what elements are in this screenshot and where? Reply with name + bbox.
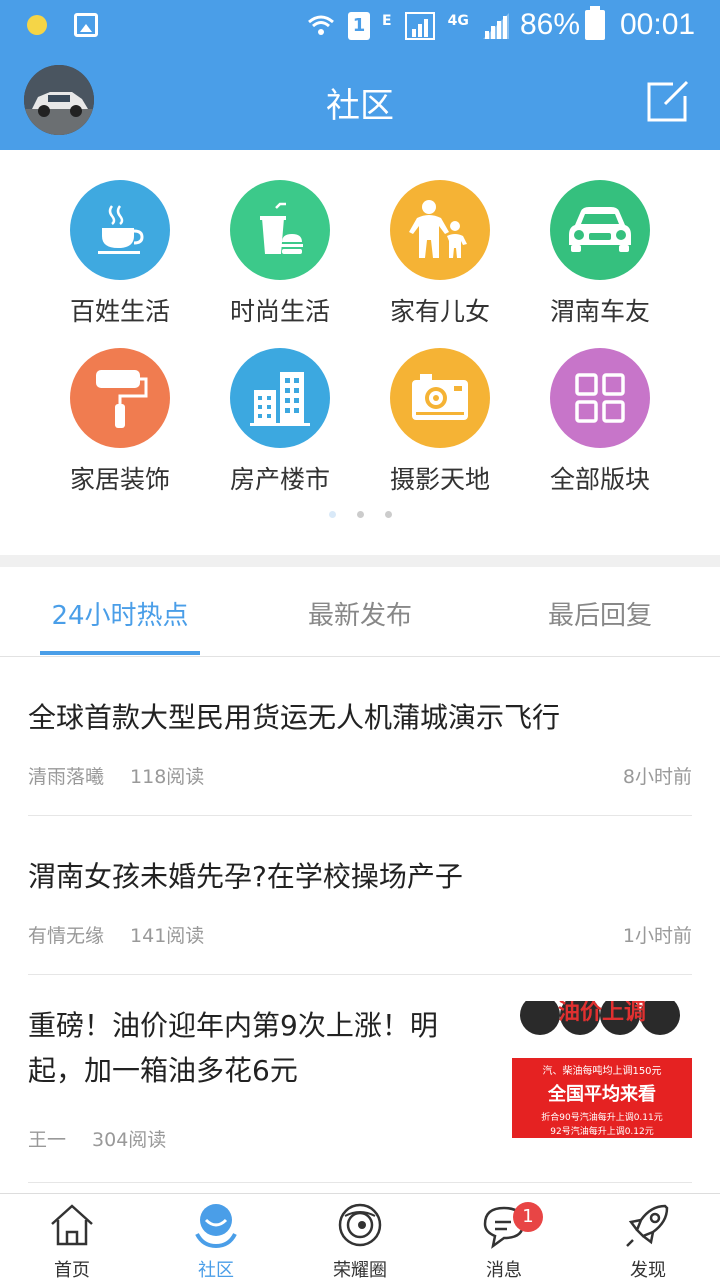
nav-honor-circle[interactable]: 荣耀圈 — [288, 1200, 432, 1280]
planet-icon — [335, 1200, 385, 1250]
page-dot — [384, 511, 392, 518]
post-title: 全球首款大型民用货运无人机蒲城演示飞行 — [28, 701, 561, 734]
thumbnail-line-2: 全国平均来看 — [548, 1084, 656, 1105]
signal-1-icon — [404, 12, 435, 40]
car-icon — [550, 180, 650, 280]
tab-last-reply[interactable]: 最后回复 — [480, 595, 720, 632]
sim-icon: 1 — [348, 12, 370, 40]
category-label: 时尚生活 — [229, 297, 330, 326]
post-time: 1小时前 — [622, 925, 692, 947]
nav-discover[interactable]: 发现 — [576, 1200, 720, 1280]
network-4g-label: 4G — [447, 13, 469, 29]
battery-percent: 86% — [520, 8, 581, 41]
category-label: 百姓生活 — [69, 297, 170, 326]
nav-label: 发现 — [630, 1260, 666, 1280]
post-reads: 118阅读 — [130, 766, 205, 788]
grid-icon — [550, 348, 650, 448]
signal-2-icon — [482, 13, 509, 39]
paint-roller-icon — [70, 348, 170, 448]
post-item[interactable]: 重磅！油价迎年内第9次上涨！明起，加一箱油多花6元 王一 304阅读 油价上调 汽… — [28, 975, 692, 1183]
wifi-icon — [308, 15, 334, 35]
category-fashion[interactable]: 时尚生活 — [200, 180, 360, 328]
drink-burger-icon — [230, 180, 330, 280]
nav-label: 荣耀圈 — [333, 1260, 387, 1280]
category-all[interactable]: 全部版块 — [520, 348, 680, 496]
battery-icon — [585, 6, 605, 40]
post-author: 清雨落曦 — [28, 766, 105, 788]
app-header: 社区 — [0, 50, 720, 150]
thumbnail-banner-area: 油价上调 — [512, 1001, 692, 1061]
page-dot — [356, 511, 364, 518]
nav-messages[interactable]: 1 消息 — [432, 1200, 576, 1280]
thumbnail-line-3: 折合90号汽油每升上调0.11元 — [541, 1113, 663, 1123]
compose-icon — [647, 80, 689, 122]
image-notification-icon — [74, 13, 98, 37]
page-title: 社区 — [326, 86, 394, 126]
compose-button[interactable] — [645, 80, 689, 122]
post-thumbnail[interactable]: 油价上调 汽、柴油每吨均上调150元 全国平均来看 折合90号汽油每升上调0.1… — [512, 1001, 692, 1138]
category-label: 摄影天地 — [389, 465, 490, 494]
post-time: 8小时前 — [622, 766, 692, 788]
category-label: 渭南车友 — [549, 297, 650, 326]
category-baixing[interactable]: 百姓生活 — [40, 180, 200, 328]
post-reads: 304阅读 — [92, 1129, 167, 1151]
post-author: 有情无缘 — [28, 925, 105, 947]
post-reads: 141阅读 — [130, 925, 205, 947]
nav-label: 消息 — [486, 1260, 522, 1280]
post-meta: 王一 304阅读 — [28, 1125, 166, 1152]
category-label: 家居装饰 — [69, 465, 170, 494]
thumbnail-line-1: 汽、柴油每吨均上调150元 — [542, 1066, 662, 1077]
thumbnail-red-panel: 汽、柴油每吨均上调150元 全国平均来看 折合90号汽油每升上调0.11元 92… — [512, 1058, 692, 1138]
category-realestate[interactable]: 房产楼市 — [200, 348, 360, 496]
notification-dot-icon — [27, 15, 47, 35]
section-divider — [0, 555, 720, 567]
nav-home[interactable]: 首页 — [0, 1200, 144, 1280]
category-car[interactable]: 渭南车友 — [520, 180, 680, 328]
rocket-icon — [623, 1200, 673, 1250]
feed-tabs: 24小时热点 最新发布 最后回复 — [0, 567, 720, 657]
thumbnail-banner-text: 油价上调 — [557, 1001, 646, 1025]
post-title: 渭南女孩未婚先孕?在学校操场产子 — [28, 860, 463, 893]
tab-indicator — [40, 651, 200, 655]
parent-child-icon — [390, 180, 490, 280]
nav-label: 社区 — [198, 1260, 234, 1280]
status-bar: 1 E 4G 86% 00:01 — [0, 0, 720, 50]
post-meta: 有情无缘 141阅读 — [28, 921, 204, 948]
category-photo[interactable]: 摄影天地 — [360, 348, 520, 496]
tab-24h-hot[interactable]: 24小时热点 — [0, 595, 240, 632]
category-decor[interactable]: 家居装饰 — [40, 348, 200, 496]
nav-label: 首页 — [54, 1260, 90, 1280]
post-item[interactable]: 渭南女孩未婚先孕?在学校操场产子 有情无缘 141阅读 1小时前 — [28, 816, 692, 975]
camera-icon — [390, 348, 490, 448]
post-item[interactable]: 全球首款大型民用货运无人机蒲城演示飞行 清雨落曦 118阅读 8小时前 — [28, 657, 692, 816]
clock: 00:01 — [620, 8, 696, 41]
coffee-icon — [70, 180, 170, 280]
page-indicator — [0, 511, 720, 518]
home-icon — [47, 1200, 97, 1250]
post-author: 王一 — [28, 1129, 67, 1151]
message-icon: 1 — [479, 1200, 543, 1250]
category-family[interactable]: 家有儿女 — [360, 180, 520, 328]
category-label: 房产楼市 — [229, 465, 330, 494]
community-icon — [191, 1200, 241, 1250]
page-dot-active — [328, 511, 336, 518]
message-badge: 1 — [513, 1202, 543, 1232]
bottom-nav: 首页 社区 荣耀圈 1 消息 发现 — [0, 1193, 720, 1280]
status-icons: 1 E 4G — [306, 10, 511, 42]
nav-community[interactable]: 社区 — [144, 1200, 288, 1280]
buildings-icon — [230, 348, 330, 448]
category-label: 全部版块 — [549, 465, 650, 494]
category-label: 家有儿女 — [389, 297, 490, 326]
category-grid: 百姓生活 时尚生活 家有儿女 渭南车友 家居装饰 房产楼市 摄影天地 全部版块 — [0, 150, 720, 555]
post-meta: 清雨落曦 118阅读 — [28, 762, 204, 789]
network-e-label: E — [382, 13, 392, 29]
tab-latest[interactable]: 最新发布 — [240, 595, 480, 632]
thumbnail-line-4: 92号汽油每升上调0.12元 — [550, 1127, 654, 1137]
post-title: 重磅！油价迎年内第9次上涨！明起，加一箱油多花6元 — [28, 1009, 438, 1087]
